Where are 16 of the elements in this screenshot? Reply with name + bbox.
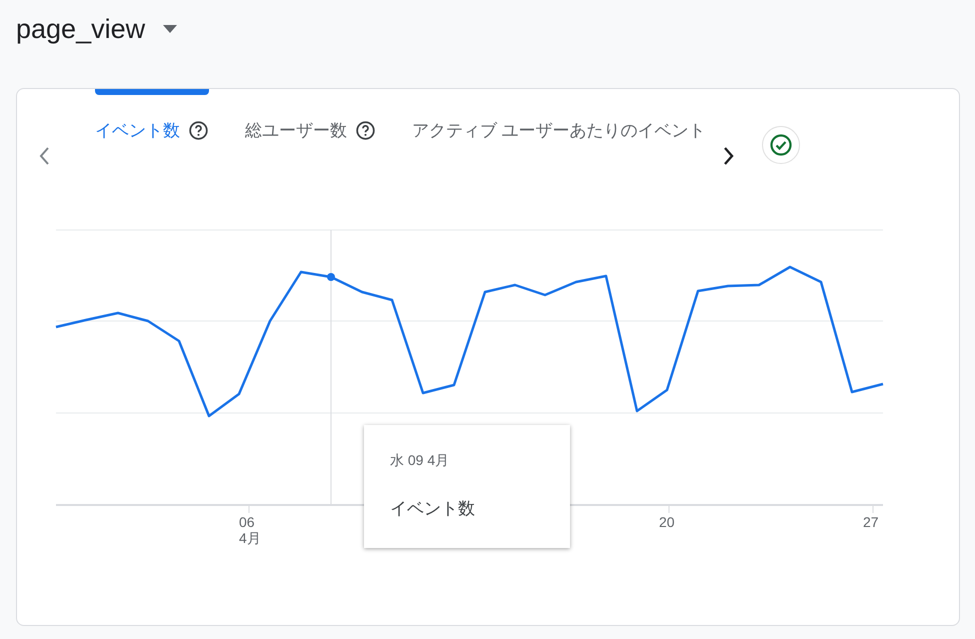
- metric-tab[interactable]: アクティブ ユーザーあたりのイベント: [412, 89, 706, 142]
- axis-label: 06: [239, 514, 255, 530]
- tooltip-metric: イベント数: [390, 498, 475, 520]
- check-circle-button[interactable]: [762, 126, 800, 164]
- metric-title: page_view: [16, 14, 146, 44]
- metric-tab[interactable]: 総ユーザー数: [245, 89, 376, 142]
- axis-label: 27: [863, 514, 879, 530]
- help-icon[interactable]: [188, 120, 209, 141]
- hover-point: [327, 273, 335, 281]
- metric-tab[interactable]: イベント数: [95, 89, 209, 142]
- tooltip-date: 水 09 4月: [390, 452, 450, 470]
- axis-label: 4月: [239, 530, 261, 546]
- axis-label: 20: [659, 514, 675, 530]
- check-icon: [768, 133, 793, 157]
- help-icon[interactable]: [355, 120, 376, 141]
- dropdown-caret-icon[interactable]: [163, 25, 178, 33]
